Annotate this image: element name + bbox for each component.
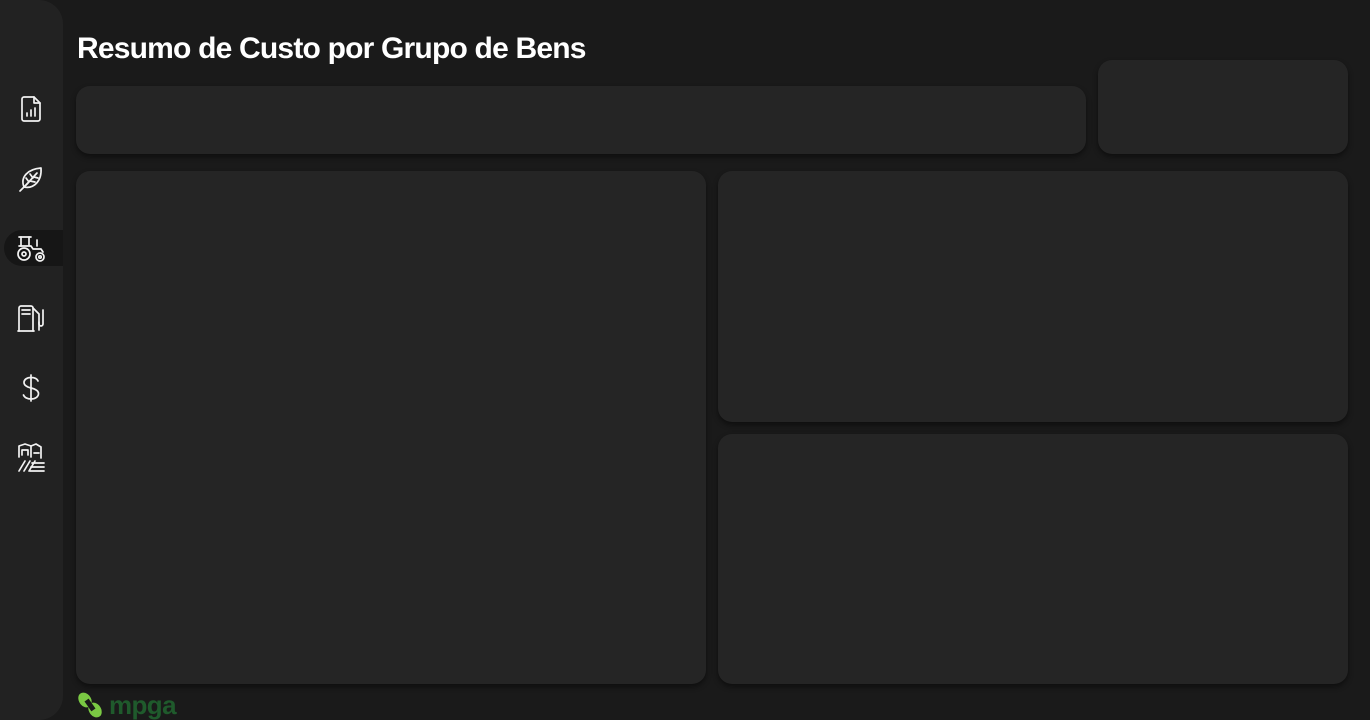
page-title: Resumo de Custo por Grupo de Bens <box>77 32 586 65</box>
logo-text: mpga <box>109 690 177 720</box>
bottom-right-chart-panel <box>718 434 1348 684</box>
nav-item-fuel[interactable] <box>4 300 63 336</box>
sidebar <box>0 0 63 720</box>
nav-item-machinery[interactable] <box>4 230 63 266</box>
top-right-chart-panel <box>718 171 1348 422</box>
fuel-pump-icon <box>15 302 47 334</box>
summary-card <box>1098 60 1348 154</box>
logo-mark-icon <box>75 690 105 720</box>
nav-item-farm[interactable] <box>4 439 63 475</box>
brand-logo: mpga <box>75 690 177 720</box>
nav-item-reports[interactable] <box>4 91 63 127</box>
nav-item-crops[interactable] <box>4 161 63 197</box>
filter-bar-card <box>76 86 1086 154</box>
main-chart-panel <box>76 171 706 684</box>
leaf-icon <box>15 163 47 195</box>
tractor-icon <box>15 232 47 264</box>
farm-barn-icon <box>15 441 47 473</box>
nav-item-costs[interactable] <box>4 370 63 406</box>
report-document-icon <box>15 93 47 125</box>
dollar-icon <box>15 372 47 404</box>
